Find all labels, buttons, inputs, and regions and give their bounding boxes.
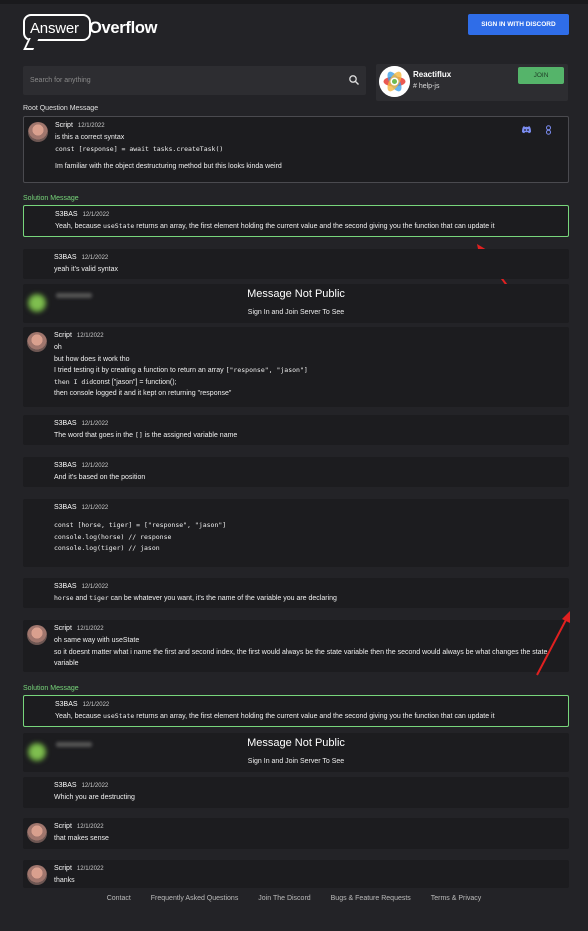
message-date: 12/1/2022	[76, 626, 104, 632]
message-not-public-subtitle[interactable]: Sign In and Join Server To See	[23, 758, 569, 765]
avatar	[27, 865, 47, 885]
message-date: 12/1/2022	[76, 866, 104, 872]
avatar	[27, 625, 47, 645]
message-content: yeah it's valid syntax	[54, 266, 118, 273]
search-placeholder: Search for anything	[30, 77, 91, 84]
message-not-public-subtitle[interactable]: Sign In and Join Server To See	[23, 309, 569, 316]
footer-link-contact[interactable]: Contact	[107, 895, 131, 902]
message-author: S3BAS 12/1/2022	[54, 782, 109, 789]
message-content: is this a correct syntax const [response…	[55, 132, 560, 173]
footer-link-faq[interactable]: Frequently Asked Questions	[151, 895, 239, 902]
message-content: Which you are destructing	[54, 794, 135, 801]
message-date: 12/1/2022	[82, 702, 110, 708]
message-author: S3BAS 12/1/2022	[54, 504, 109, 511]
join-server-button[interactable]: JOIN	[518, 67, 564, 84]
message-author: S3BAS 12/1/2022	[54, 462, 109, 469]
message-date: 12/1/2022	[81, 584, 109, 590]
message-author: S3BAS 12/1/2022	[55, 211, 110, 218]
message-not-public-title: Message Not Public	[247, 288, 345, 300]
message-author: Script 12/1/2022	[55, 122, 105, 129]
footer-link-terms[interactable]: Terms & Privacy	[431, 895, 482, 902]
avatar	[27, 823, 47, 843]
reactiflux-logo-icon	[379, 66, 410, 97]
message-date: 12/1/2022	[76, 333, 104, 339]
message: Script 12/1/2022 oh same way with useStat…	[23, 620, 569, 672]
message-line: Im familiar with the object destructurin…	[55, 163, 282, 170]
footer-link-bugs[interactable]: Bugs & Feature Requests	[331, 895, 411, 902]
message-not-public-title: Message Not Public	[247, 737, 345, 749]
message-author: Script 12/1/2022	[54, 332, 104, 339]
message-content: The word that goes in the [] is the assi…	[54, 431, 238, 439]
message-date: 12/1/2022	[81, 783, 109, 789]
message-content: horse and tiger can be whatever you want…	[54, 594, 337, 602]
message-date: 12/1/2022	[76, 824, 104, 830]
footer: Contact Frequently Asked Questions Join …	[0, 895, 588, 902]
message-line: is this a correct syntax	[55, 134, 125, 141]
header: Answer Overflow SIGN IN WITH DISCORD	[0, 4, 588, 64]
root-question-message: Script 12/1/2022 is this a correct syntax…	[23, 116, 569, 183]
message-date: 12/1/2022	[81, 505, 109, 511]
message-author: Script 12/1/2022	[54, 625, 104, 632]
answer-overflow-logo[interactable]: Answer Overflow	[23, 14, 163, 54]
avatar	[28, 122, 48, 142]
avatar	[27, 332, 47, 352]
solution-message: S3BAS 12/1/2022 Yeah, because useState re…	[23, 695, 569, 727]
server-card: Reactiflux # help-js JOIN	[376, 64, 568, 101]
message: Script 12/1/2022 oh but how does it work …	[23, 327, 569, 407]
message-author: S3BAS 12/1/2022	[54, 420, 109, 427]
message-content: Yeah, because useState returns an array,…	[55, 712, 495, 720]
logo-text-answer: Answer	[30, 20, 79, 37]
message: Script 12/1/2022 thanks	[23, 860, 569, 888]
message-author: Script 12/1/2022	[54, 865, 104, 872]
footer-link-discord[interactable]: Join The Discord	[258, 895, 310, 902]
message-date: 12/1/2022	[81, 255, 109, 261]
server-channel[interactable]: # help-js	[413, 83, 439, 90]
message: S3BAS 12/1/2022 The word that goes in the…	[23, 415, 569, 445]
message-author: Script 12/1/2022	[54, 823, 104, 830]
search-icon[interactable]	[348, 74, 360, 86]
server-name: Reactiflux	[413, 70, 452, 79]
solution-message-label: Solution Message	[23, 195, 79, 202]
message: S3BAS 12/1/2022 const [horse, tiger] = ["…	[23, 499, 569, 567]
server-avatar	[379, 66, 410, 97]
root-question-label: Root Question Message	[23, 105, 99, 112]
message-content: thanks	[54, 877, 75, 884]
message-content: And it's based on the position	[54, 474, 146, 481]
sign-in-with-discord-button[interactable]: SIGN IN WITH DISCORD	[468, 14, 569, 35]
message-content: oh but how does it work tho I tried test…	[54, 344, 308, 397]
message-content: oh same way with useState so it doesnt m…	[54, 637, 548, 667]
private-message: Message Not Public Sign In and Join Serv…	[23, 733, 569, 772]
search-input[interactable]: Search for anything	[23, 66, 366, 95]
message: S3BAS 12/1/2022 horse and tiger can be wh…	[23, 578, 569, 608]
solution-message: S3BAS 12/1/2022 Yeah, because useState re…	[23, 205, 569, 237]
message: S3BAS 12/1/2022 And it's based on the pos…	[23, 457, 569, 487]
message-author: S3BAS 12/1/2022	[55, 701, 110, 708]
logo-text-overflow: Overflow	[89, 19, 158, 37]
message-content: that makes sense	[54, 835, 109, 842]
message-date: 12/1/2022	[77, 123, 105, 129]
private-message: Message Not Public Sign In and Join Serv…	[23, 284, 569, 323]
message-code-block: const [horse, tiger] = ["response", "jas…	[54, 521, 227, 552]
message-author: S3BAS 12/1/2022	[54, 254, 109, 261]
message-date: 12/1/2022	[81, 421, 109, 427]
message-date: 12/1/2022	[81, 463, 109, 469]
message: S3BAS 12/1/2022 yeah it's valid syntax	[23, 249, 569, 279]
message-code: const [response] = await tasks.createTas…	[55, 144, 224, 153]
solution-message-label: Solution Message	[23, 685, 79, 692]
message: S3BAS 12/1/2022 Which you are destructing	[23, 777, 569, 808]
message-date: 12/1/2022	[82, 212, 110, 218]
message-author: S3BAS 12/1/2022	[54, 583, 109, 590]
logo-bubble-tail	[23, 38, 39, 50]
red-arrow-annotation	[536, 611, 570, 676]
message: Script 12/1/2022 that makes sense	[23, 818, 569, 849]
message-content: Yeah, because useState returns an array,…	[55, 222, 495, 230]
